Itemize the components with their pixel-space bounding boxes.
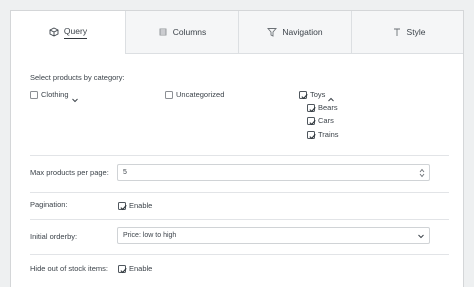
toys-label: Toys	[310, 90, 326, 99]
orderby-select[interactable]: Price: low to high	[117, 227, 430, 244]
cars-label: Cars	[318, 116, 334, 125]
checkmark-icon	[308, 133, 316, 139]
bears-label: Bears	[318, 103, 338, 112]
text-style-icon	[392, 27, 402, 37]
checkmark-icon	[308, 106, 316, 112]
columns-icon	[158, 27, 168, 37]
pagination-option-label: Enable	[129, 201, 153, 210]
max-products-value: 5	[123, 169, 127, 176]
orderby-label: Initial orderby:	[30, 232, 78, 241]
trains-checkbox[interactable]	[307, 131, 316, 139]
hide-out-of-stock-label: Hide out of stock items:	[30, 264, 108, 273]
tab-bar: Query Columns Navigation Style	[11, 11, 463, 54]
settings-panel: Query Columns Navigation Style Select pr…	[10, 10, 464, 287]
tab-columns[interactable]: Columns	[125, 11, 238, 54]
uncategorized-checkbox[interactable]	[165, 91, 173, 99]
filter-icon	[267, 27, 278, 37]
tab-columns-label: Columns	[172, 27, 207, 37]
tab-navigation[interactable]: Navigation	[238, 11, 351, 54]
divider	[30, 219, 449, 220]
hide-out-of-stock-checkbox[interactable]	[118, 265, 127, 273]
toys-checkbox[interactable]	[299, 91, 308, 99]
number-stepper-icon[interactable]	[419, 168, 425, 180]
tab-navigation-label: Navigation	[282, 27, 323, 37]
pagination-checkbox[interactable]	[118, 202, 127, 210]
checkmark-icon	[119, 267, 127, 273]
cube-icon	[49, 27, 59, 37]
max-products-input[interactable]: 5	[117, 164, 430, 181]
divider	[30, 254, 449, 255]
clothing-checkbox[interactable]	[30, 91, 38, 99]
checkmark-icon	[119, 204, 127, 210]
checkmark-icon	[300, 93, 308, 99]
checkmark-icon	[308, 119, 316, 125]
orderby-value: Price: low to high	[123, 232, 177, 239]
trains-label: Trains	[318, 130, 339, 139]
max-products-label: Max products per page:	[30, 168, 109, 177]
divider	[30, 192, 449, 193]
uncategorized-label: Uncategorized	[176, 90, 225, 99]
tab-query[interactable]: Query	[11, 11, 125, 54]
tab-style-label: Style	[406, 27, 426, 37]
tab-query-label: Query	[63, 26, 88, 39]
pagination-label: Pagination:	[30, 200, 68, 209]
category-label: Select products by category:	[30, 73, 125, 82]
tab-style[interactable]: Style	[351, 11, 463, 54]
chevron-down-icon[interactable]	[71, 91, 79, 109]
bears-checkbox[interactable]	[307, 104, 316, 112]
clothing-label: Clothing	[41, 90, 69, 99]
cars-checkbox[interactable]	[307, 117, 316, 125]
divider	[30, 155, 449, 156]
hide-out-of-stock-option-label: Enable	[129, 264, 153, 273]
chevron-down-icon	[417, 232, 425, 242]
